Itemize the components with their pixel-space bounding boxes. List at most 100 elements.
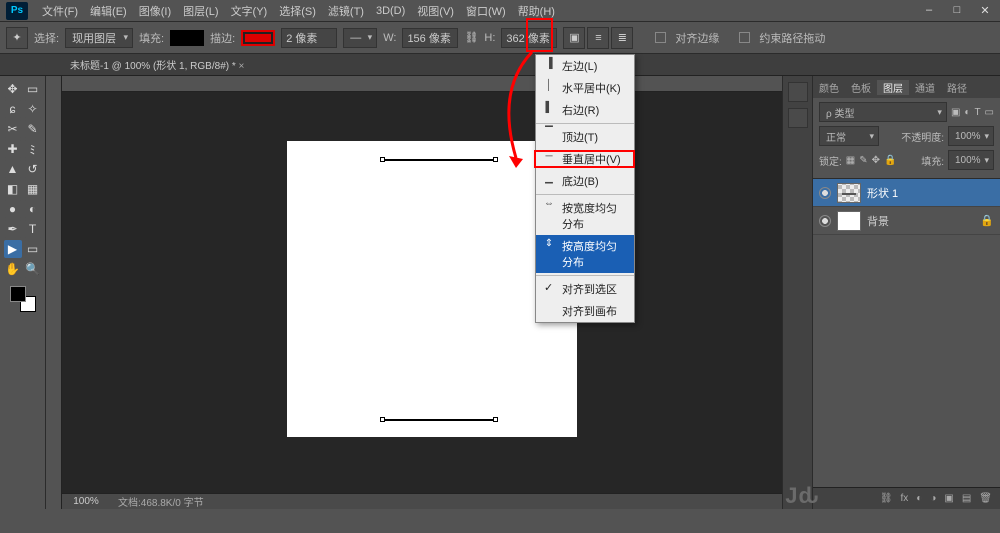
lock-move-icon[interactable]: ✥ <box>872 155 880 166</box>
layer-row-background[interactable]: 背景 🔒 <box>813 207 1000 235</box>
align-vcenter[interactable]: ─垂直居中(V) <box>536 148 634 170</box>
menu-3d[interactable]: 3D(D) <box>370 5 411 17</box>
menu-window[interactable]: 窗口(W) <box>460 3 512 19</box>
align-to-selection[interactable]: 对齐到选区 <box>536 275 634 300</box>
filter-icon[interactable]: ◐ <box>964 107 970 118</box>
blur-tool[interactable]: ● <box>4 200 22 218</box>
lasso-tool[interactable]: ɕ <box>4 100 22 118</box>
stroke-swatch[interactable] <box>241 30 275 46</box>
canvas-viewport[interactable] <box>62 92 782 493</box>
fill-opacity-field[interactable]: 100% <box>948 150 994 170</box>
layer-filter-combo[interactable]: ρ 类型 <box>819 102 947 122</box>
wand-tool[interactable]: ✧ <box>24 100 42 118</box>
filter-icon[interactable]: T <box>974 107 980 118</box>
fg-bg-swatch[interactable] <box>10 286 36 312</box>
eyedropper-tool[interactable]: ✎ <box>24 120 42 138</box>
tab-swatch[interactable]: 色板 <box>845 80 877 95</box>
width-field[interactable]: 156 像素 <box>402 28 458 48</box>
tab-color[interactable]: 颜色 <box>813 80 845 95</box>
tab-paths[interactable]: 路径 <box>941 80 973 95</box>
align-bottom[interactable]: ▁底边(B) <box>536 170 634 192</box>
marquee-tool[interactable]: ▭ <box>24 80 42 98</box>
shape-line-bottom[interactable] <box>383 419 495 421</box>
opacity-field[interactable]: 100% <box>948 126 994 146</box>
dodge-tool[interactable]: ◐ <box>24 200 42 218</box>
heal-tool[interactable]: ✚ <box>4 140 22 158</box>
move-tool[interactable]: ✥ <box>4 80 22 98</box>
align-edges-checkbox[interactable] <box>655 32 666 43</box>
mini-panel-icon[interactable] <box>788 108 808 128</box>
pathops-button[interactable]: ▣ <box>563 27 585 49</box>
brush-tool[interactable]: ﾐ <box>24 140 42 158</box>
menu-layer[interactable]: 图层(L) <box>177 3 224 19</box>
handle-icon[interactable] <box>380 157 385 162</box>
lock-brush-icon[interactable]: ✎ <box>859 155 867 166</box>
menu-help[interactable]: 帮助(H) <box>512 3 561 19</box>
distribute-height[interactable]: ⇕按高度均匀分布 <box>536 235 634 273</box>
handle-icon[interactable] <box>493 157 498 162</box>
filter-icon[interactable]: ▣ <box>951 107 960 118</box>
lock-all-icon[interactable]: 🔒 <box>884 155 896 166</box>
mini-panel-icon[interactable] <box>788 82 808 102</box>
zoom-tool[interactable]: 🔍 <box>24 260 42 278</box>
visibility-icon[interactable] <box>819 187 831 199</box>
zoom-field[interactable]: 100% <box>62 496 110 507</box>
minimize-button[interactable]: – <box>920 4 938 17</box>
maximize-button[interactable]: □ <box>948 4 966 17</box>
eraser-tool[interactable]: ◧ <box>4 180 22 198</box>
link-wh-icon[interactable]: ⛓ <box>464 31 478 44</box>
distribute-width[interactable]: ⇔按宽度均匀分布 <box>536 194 634 235</box>
shape-line-top[interactable] <box>383 159 495 161</box>
align-top[interactable]: ▔顶边(T) <box>536 123 634 148</box>
menu-edit[interactable]: 编辑(E) <box>84 3 133 19</box>
lock-pixels-icon[interactable]: ▦ <box>846 155 855 166</box>
shape-tool[interactable]: ▭ <box>24 240 42 258</box>
trash-icon[interactable]: 🗑 <box>979 493 992 504</box>
gradient-tool[interactable]: ▦ <box>24 180 42 198</box>
path-select-tool[interactable]: ▶ <box>4 240 22 258</box>
handle-icon[interactable] <box>493 417 498 422</box>
stroke-width-field[interactable]: 2 像素 <box>281 28 337 48</box>
height-field[interactable]: 362 像素 <box>501 28 557 48</box>
stamp-tool[interactable]: ▲ <box>4 160 22 178</box>
adjust-icon[interactable]: ◑ <box>930 493 936 504</box>
arrange-button[interactable]: ≣ <box>611 27 633 49</box>
document-tab[interactable]: 未标题-1 @ 100% (形状 1, RGB/8#) * <box>62 57 252 72</box>
crop-tool[interactable]: ✂ <box>4 120 22 138</box>
menu-filter[interactable]: 滤镜(T) <box>322 3 370 19</box>
menu-file[interactable]: 文件(F) <box>36 3 84 19</box>
tab-layers[interactable]: 图层 <box>877 80 909 95</box>
handle-icon[interactable] <box>380 417 385 422</box>
menu-view[interactable]: 视图(V) <box>411 3 460 19</box>
layer-name[interactable]: 形状 1 <box>867 185 898 201</box>
stroke-style-combo[interactable]: — <box>343 28 377 48</box>
close-button[interactable]: ✕ <box>976 4 994 17</box>
history-brush-tool[interactable]: ↺ <box>24 160 42 178</box>
mask-icon[interactable]: ◐ <box>916 493 922 504</box>
group-icon[interactable]: ▣ <box>944 493 953 504</box>
menu-select[interactable]: 选择(S) <box>273 3 322 19</box>
canvas[interactable] <box>287 141 577 437</box>
tab-channels[interactable]: 通道 <box>909 80 941 95</box>
blend-mode-combo[interactable]: 正常 <box>819 126 879 146</box>
layer-row-shape[interactable]: 形状 1 <box>813 179 1000 207</box>
new-layer-icon[interactable]: ▤ <box>962 493 971 504</box>
menu-image[interactable]: 图像(I) <box>133 3 177 19</box>
type-tool[interactable]: T <box>24 220 42 238</box>
select-layer-combo[interactable]: 现用图层 <box>65 28 133 48</box>
align-menu-button[interactable]: ≡ <box>587 27 609 49</box>
align-hcenter[interactable]: │水平居中(K) <box>536 77 634 99</box>
constrain-checkbox[interactable] <box>739 32 750 43</box>
align-left[interactable]: ▐左边(L) <box>536 55 634 77</box>
layer-name[interactable]: 背景 <box>867 213 889 229</box>
fill-swatch[interactable] <box>170 30 204 46</box>
menu-type[interactable]: 文字(Y) <box>225 3 274 19</box>
align-right[interactable]: ▌右边(R) <box>536 99 634 121</box>
visibility-icon[interactable] <box>819 215 831 227</box>
align-to-canvas[interactable]: 对齐到画布 <box>536 300 634 322</box>
pen-tool[interactable]: ✒ <box>4 220 22 238</box>
filter-icon[interactable]: ▭ <box>985 107 994 118</box>
link-layers-icon[interactable]: ⛓ <box>880 493 893 504</box>
fx-icon[interactable]: fx <box>901 493 909 504</box>
hand-tool[interactable]: ✋ <box>4 260 22 278</box>
